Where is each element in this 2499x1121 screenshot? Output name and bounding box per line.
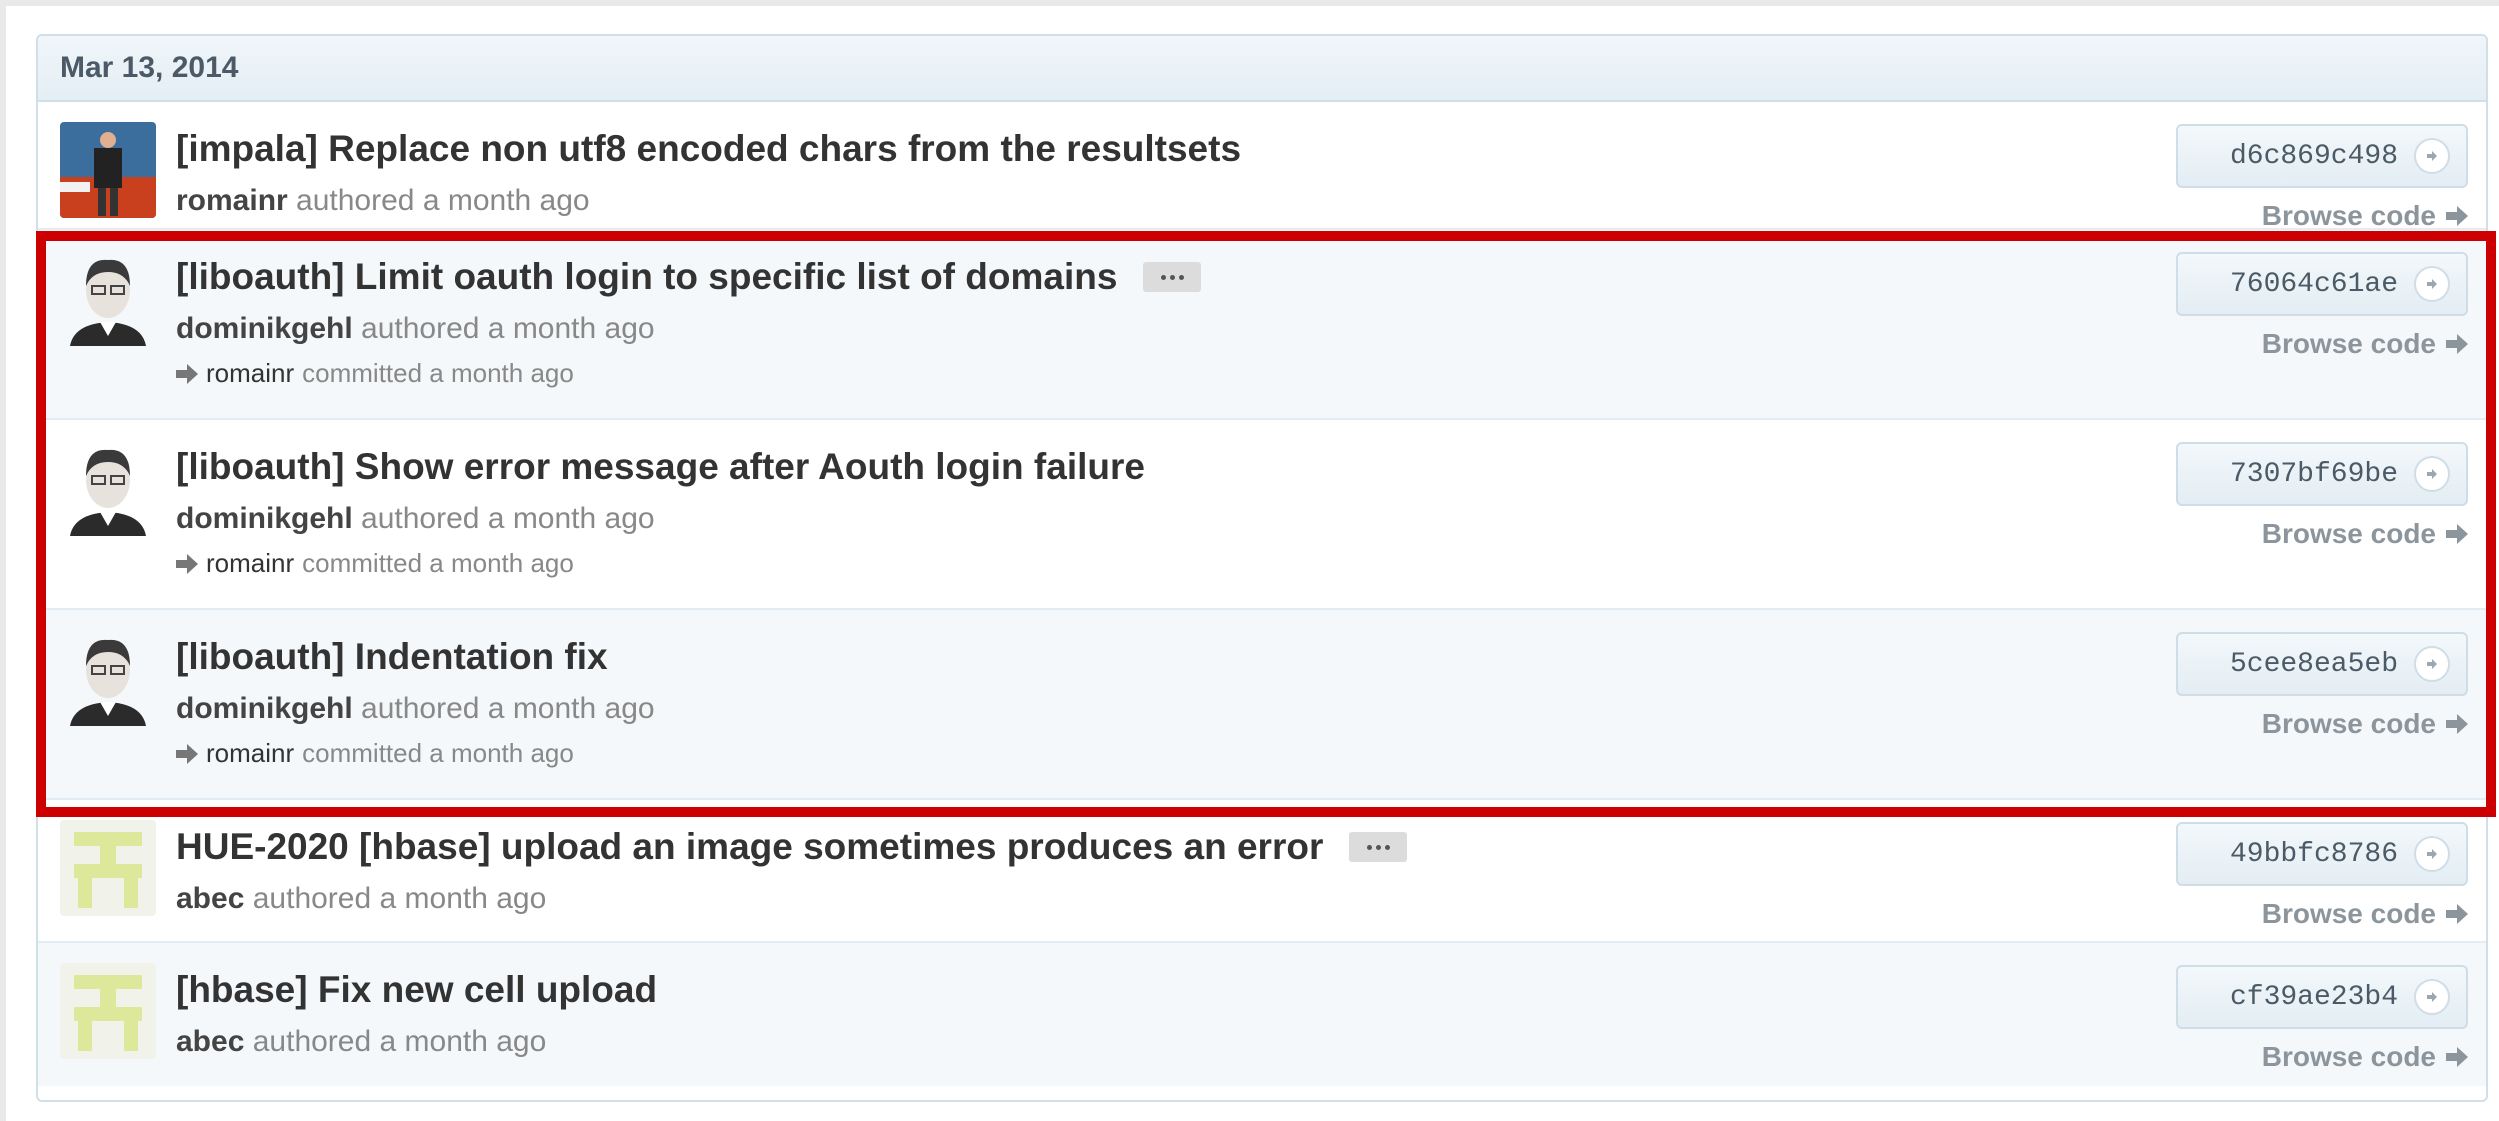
authored-text: authored a month ago: [361, 312, 655, 345]
commit-author-line: dominikgehl authored a month ago: [176, 692, 655, 726]
arrow-right-icon: [176, 553, 198, 574]
avatar[interactable]: [60, 440, 156, 536]
author-link[interactable]: romainr: [176, 184, 288, 217]
commit-sha[interactable]: 7307bf69be: [2230, 459, 2398, 490]
commit-date: Mar 13, 2014: [60, 51, 239, 84]
author-link[interactable]: dominikgehl: [176, 692, 353, 725]
commit-author-line: dominikgehl authored a month ago: [176, 502, 655, 536]
sha-button[interactable]: 76064c61ae: [2176, 252, 2468, 316]
commit-author-line: romainr authored a month ago: [176, 184, 590, 218]
identicon-avatar-icon: [60, 963, 156, 1059]
commit-message[interactable]: [liboauth] Limit oauth login to specific…: [176, 256, 1202, 298]
portrait-avatar-icon: [60, 440, 156, 536]
photo-avatar-icon: [60, 122, 156, 218]
commit-message[interactable]: [liboauth] Show error message after Aout…: [176, 446, 1145, 488]
avatar[interactable]: [60, 820, 156, 916]
avatar[interactable]: [60, 122, 156, 218]
arrow-right-circle-icon[interactable]: [2414, 979, 2450, 1015]
commit-committer-line: romainr committed a month ago: [176, 358, 574, 389]
commit-sha[interactable]: 76064c61ae: [2230, 269, 2398, 300]
commit-row: [impala] Replace non utf8 encoded chars …: [38, 102, 2486, 232]
browse-code-link[interactable]: Browse code: [2262, 708, 2468, 740]
sha-button[interactable]: d6c869c498: [2176, 124, 2468, 188]
commit-message[interactable]: [liboauth] Indentation fix: [176, 636, 608, 678]
avatar[interactable]: [60, 630, 156, 726]
sha-button[interactable]: 49bbfc8786: [2176, 822, 2468, 886]
arrow-right-icon: [2446, 334, 2468, 354]
portrait-avatar-icon: [60, 630, 156, 726]
arrow-right-icon: [2446, 524, 2468, 544]
author-link[interactable]: abec: [176, 882, 244, 915]
commit-row: [liboauth] Limit oauth login to specific…: [38, 230, 2486, 420]
arrow-right-circle-icon[interactable]: [2414, 646, 2450, 682]
commit-message[interactable]: [hbase] Fix new cell upload: [176, 969, 657, 1011]
commit-sha[interactable]: d6c869c498: [2230, 141, 2398, 172]
sha-button[interactable]: 7307bf69be: [2176, 442, 2468, 506]
authored-text: authored a month ago: [252, 882, 547, 915]
committer-link[interactable]: romainr: [206, 548, 294, 579]
browse-code-link[interactable]: Browse code: [2262, 898, 2468, 930]
expand-message-button[interactable]: [1349, 832, 1408, 862]
commit-sha[interactable]: 5cee8ea5eb: [2230, 649, 2398, 680]
author-link[interactable]: dominikgehl: [176, 502, 353, 535]
arrow-right-circle-icon[interactable]: [2414, 456, 2450, 492]
arrow-right-icon: [2446, 904, 2468, 924]
browse-code-link[interactable]: Browse code: [2262, 1041, 2468, 1073]
authored-text: authored a month ago: [252, 1025, 547, 1058]
browse-code-link[interactable]: Browse code: [2262, 200, 2468, 232]
arrow-right-circle-icon[interactable]: [2414, 138, 2450, 174]
commit-sha[interactable]: 49bbfc8786: [2230, 839, 2398, 870]
commit-group-header: Mar 13, 2014: [38, 36, 2486, 102]
commit-author-line: abec authored a month ago: [176, 1025, 546, 1059]
sha-button[interactable]: 5cee8ea5eb: [2176, 632, 2468, 696]
commit-row: [liboauth] Show error message after Aout…: [38, 420, 2486, 610]
commit-row: HUE-2020 [hbase] upload an image sometim…: [38, 800, 2486, 943]
commit-row: [liboauth] Indentation fix dominikgehl a…: [38, 610, 2486, 800]
committed-text: committed a month ago: [302, 358, 574, 388]
avatar[interactable]: [60, 250, 156, 346]
committed-text: committed a month ago: [302, 548, 574, 578]
browse-code-link[interactable]: Browse code: [2262, 328, 2468, 360]
expand-message-button[interactable]: [1143, 262, 1202, 292]
identicon-avatar-icon: [60, 820, 156, 916]
portrait-avatar-icon: [60, 250, 156, 346]
commit-message[interactable]: [impala] Replace non utf8 encoded chars …: [176, 128, 1241, 170]
arrow-right-icon: [2446, 206, 2468, 226]
commit-committer-line: romainr committed a month ago: [176, 548, 574, 579]
arrow-right-icon: [176, 743, 198, 764]
authored-text: authored a month ago: [361, 692, 655, 725]
committer-link[interactable]: romainr: [206, 358, 294, 389]
commit-author-line: dominikgehl authored a month ago: [176, 312, 655, 346]
avatar[interactable]: [60, 963, 156, 1059]
page: Mar 13, 2014 [impala] Replace non utf8 e…: [6, 6, 2499, 1121]
authored-text: authored a month ago: [361, 502, 655, 535]
author-link[interactable]: dominikgehl: [176, 312, 353, 345]
commit-message[interactable]: HUE-2020 [hbase] upload an image sometim…: [176, 826, 1408, 868]
sha-button[interactable]: cf39ae23b4: [2176, 965, 2468, 1029]
arrow-right-icon: [2446, 714, 2468, 734]
commit-sha[interactable]: cf39ae23b4: [2230, 982, 2398, 1013]
browse-code-link[interactable]: Browse code: [2262, 518, 2468, 550]
commit-author-line: abec authored a month ago: [176, 882, 546, 916]
committer-link[interactable]: romainr: [206, 738, 294, 769]
arrow-right-circle-icon[interactable]: [2414, 836, 2450, 872]
author-link[interactable]: abec: [176, 1025, 244, 1058]
commit-committer-line: romainr committed a month ago: [176, 738, 574, 769]
arrow-right-icon: [176, 363, 198, 384]
authored-text: authored a month ago: [296, 184, 590, 217]
commit-row: [hbase] Fix new cell upload abec authore…: [38, 943, 2486, 1086]
commit-group: Mar 13, 2014 [impala] Replace non utf8 e…: [36, 34, 2488, 1102]
arrow-right-circle-icon[interactable]: [2414, 266, 2450, 302]
arrow-right-icon: [2446, 1047, 2468, 1067]
committed-text: committed a month ago: [302, 738, 574, 768]
